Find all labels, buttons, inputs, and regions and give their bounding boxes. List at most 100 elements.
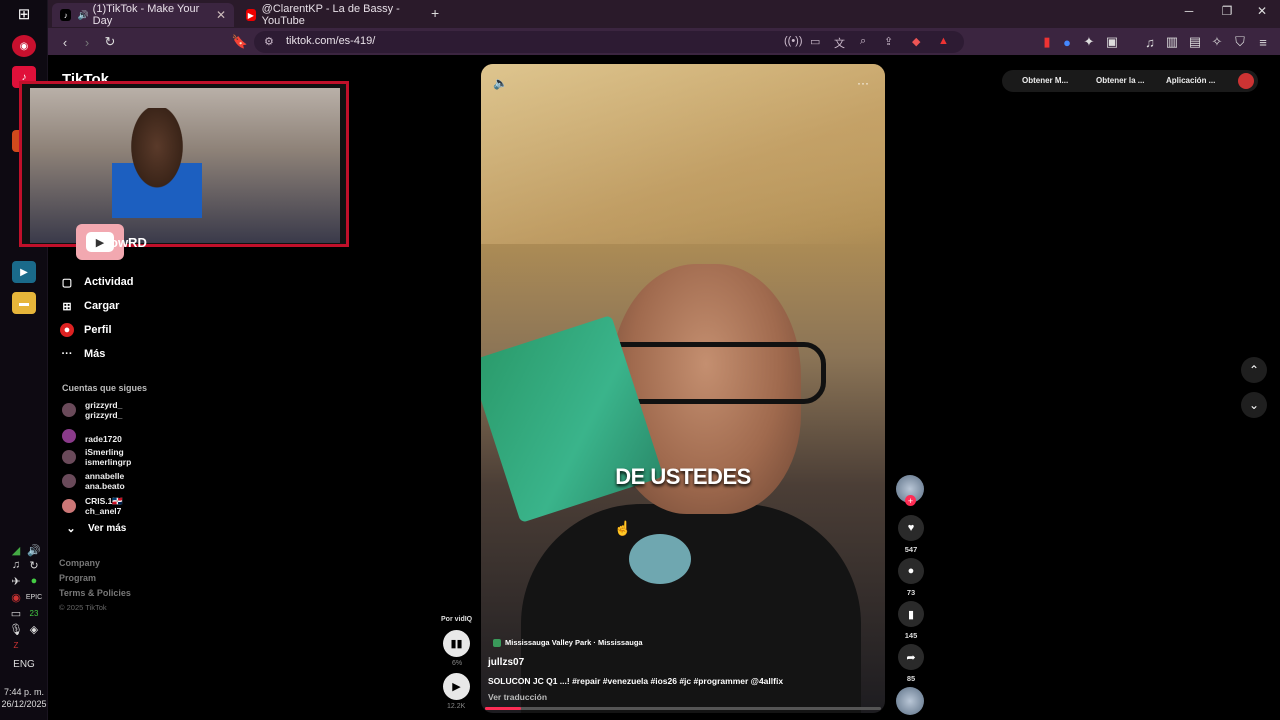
app-icon-1[interactable]: ◉ (12, 35, 36, 57)
sync-icon[interactable]: ↻ (27, 558, 41, 572)
tab-title: (1)TikTok - Make Your Day (92, 3, 200, 27)
speaker-icon[interactable]: ♫ (9, 558, 23, 572)
following-account[interactable]: rade1720 (62, 427, 122, 444)
file-explorer-icon[interactable]: ▬ (12, 292, 36, 314)
tab-speaker-icon[interactable]: 🔊 (77, 10, 88, 21)
clock[interactable]: 7:44 p. m. 26/12/2025 (0, 686, 48, 710)
footer-link-company[interactable]: Company (59, 558, 100, 568)
extension-icon-1[interactable]: ▮ (1038, 33, 1056, 51)
follow-plus-icon[interactable]: + (905, 495, 916, 506)
minimize-button[interactable]: ─ (1174, 4, 1204, 18)
reload-icon[interactable]: ↻ (101, 33, 119, 51)
tray-icon-d[interactable]: EPIC (26, 590, 42, 604)
media-icon[interactable]: ((•)) (784, 35, 803, 47)
get-app-button[interactable]: Obtener la ... (1096, 76, 1144, 85)
screenshot-icon[interactable]: ▣ (1103, 33, 1121, 51)
url-text[interactable]: tiktok.com/es-419/ (286, 35, 375, 47)
video-location[interactable]: Mississauga Valley Park · Mississauga (493, 638, 643, 647)
tray-icon-c[interactable]: ◉ (9, 590, 23, 604)
like-action[interactable]: ♥ 547 (896, 515, 926, 554)
footer-link-terms[interactable]: Terms & Policies (59, 588, 131, 598)
following-account[interactable]: annabelle ana.beato (62, 471, 125, 491)
previous-video-button[interactable]: ⌃ (1241, 357, 1267, 383)
tray-icon-g[interactable]: Z (9, 638, 23, 652)
brave-rewards-icon[interactable]: ▲ (938, 35, 949, 47)
zoom-icon[interactable]: ⌕ (860, 35, 866, 48)
forward-icon[interactable]: › (78, 33, 96, 51)
volume-icon[interactable]: 🔈 (493, 76, 508, 90)
microphone-icon[interactable]: 🎙 (9, 622, 23, 636)
bookmark-icon[interactable]: 🔖 (231, 33, 249, 51)
wallet-icon[interactable]: ▤ (1186, 33, 1204, 51)
avatar (62, 474, 76, 488)
sidebar-item-label: Perfil (84, 324, 112, 336)
extensions-icon[interactable]: ✦ (1080, 33, 1098, 51)
app-icon-2[interactable]: ▶ (12, 261, 36, 283)
sidebar-toggle-icon[interactable]: ▥ (1163, 33, 1181, 51)
vidiq-stats-button[interactable]: ▮▮ (443, 630, 470, 657)
site-info-icon[interactable]: ⚙ (264, 35, 274, 48)
bookmark-icon[interactable]: ▮ (898, 601, 924, 627)
windows-start-icon[interactable]: ⊞ (12, 3, 36, 25)
address-bar[interactable]: ⚙ tiktok.com/es-419/ ((•)) ▭ 文 ⌕ ⇪ ◆ ▲ (254, 31, 964, 53)
following-account[interactable]: grizzyrd_ grizzyrd_ (62, 400, 122, 420)
vpn-icon[interactable]: ⛉ (1231, 33, 1249, 51)
play-button[interactable]: ▶ (443, 673, 470, 700)
back-icon[interactable]: ‹ (56, 33, 74, 51)
menu-icon[interactable]: ≡ (1254, 33, 1272, 51)
account-name: CRIS.1🇩🇴 (85, 496, 123, 506)
video-progress-bar[interactable] (485, 707, 881, 710)
cast-icon[interactable]: ▭ (810, 35, 820, 48)
discord-icon[interactable]: ◈ (27, 622, 41, 636)
sidebar-item-profile[interactable]: ● Perfil (60, 320, 112, 340)
tray-icon-a[interactable]: ✈ (9, 574, 23, 588)
comment-action[interactable]: ● 73 (896, 558, 926, 597)
share-action[interactable]: ➦ 85 (896, 644, 926, 683)
more-options-icon[interactable]: ··· (857, 76, 869, 90)
tray-icon-e[interactable]: ▭ (9, 606, 23, 620)
avatar (62, 403, 76, 417)
next-video-button[interactable]: ⌄ (1241, 392, 1267, 418)
tab-youtube[interactable]: ▶ @ClarentKP - La de Bassy - YouTube (238, 3, 418, 27)
save-action[interactable]: ▮ 145 (896, 601, 926, 640)
tray-icon-f[interactable]: 23 (27, 606, 41, 620)
sidebar-item-label: Cargar (84, 300, 120, 312)
translate-link[interactable]: Ver traducción (488, 692, 547, 702)
footer-link-program[interactable]: Program (59, 573, 96, 583)
upload-icon: ⊞ (62, 300, 72, 313)
desktop-app-button[interactable]: Aplicación ... (1166, 76, 1215, 85)
sidebar-item-upload[interactable]: ⊞ Cargar (60, 296, 119, 316)
user-avatar-icon[interactable] (1238, 73, 1254, 89)
share-arrow-icon[interactable]: ➦ (898, 644, 924, 670)
network-icon[interactable]: ◢ (9, 543, 23, 557)
extension-icon-2[interactable]: ● (1058, 33, 1076, 51)
video-username[interactable]: jullzs07 (488, 657, 524, 668)
brave-shield-icon[interactable]: ◆ (912, 35, 920, 48)
account-name: iSmerling (85, 447, 124, 457)
following-account[interactable]: iSmerling ismerlingrp (62, 447, 131, 467)
language-indicator[interactable]: ENG (0, 659, 48, 670)
heart-icon[interactable]: ♥ (898, 515, 924, 541)
close-window-button[interactable]: ✕ (1247, 4, 1277, 18)
music-icon[interactable]: ♫ (1141, 33, 1159, 51)
share-icon[interactable]: ⇪ (884, 35, 893, 48)
see-more-button[interactable]: ⌄ Ver más (64, 518, 126, 538)
new-tab-button[interactable]: + (431, 5, 439, 21)
leo-ai-icon[interactable]: ✧ (1208, 33, 1226, 51)
video-player[interactable]: DE USTEDES 🔈 ··· Mississauga Valley Park… (481, 64, 885, 713)
sidebar-item-activity[interactable]: ▢ Actividad (60, 272, 134, 292)
account-name: grizzyrd_ (85, 400, 123, 410)
tab-tiktok[interactable]: ♪ 🔊 (1)TikTok - Make Your Day ✕ (52, 3, 234, 27)
tray-icon-b[interactable]: ● (27, 574, 41, 588)
sound-avatar[interactable] (896, 687, 924, 715)
translate-icon[interactable]: 文 (834, 35, 845, 51)
get-coins-button[interactable]: Obtener M... (1022, 76, 1068, 85)
following-account[interactable]: CRIS.1🇩🇴 ch_anel7 (62, 496, 123, 516)
comment-icon[interactable]: ● (898, 558, 924, 584)
share-count: 85 (906, 674, 916, 683)
tab-close-icon[interactable]: ✕ (216, 8, 226, 22)
sidebar-item-more[interactable]: ··· Más (60, 344, 106, 364)
maximize-button[interactable]: ❐ (1212, 4, 1242, 18)
vidiq-label: Por vidIQ (441, 616, 473, 623)
volume-icon[interactable]: 🔊 (27, 543, 41, 557)
